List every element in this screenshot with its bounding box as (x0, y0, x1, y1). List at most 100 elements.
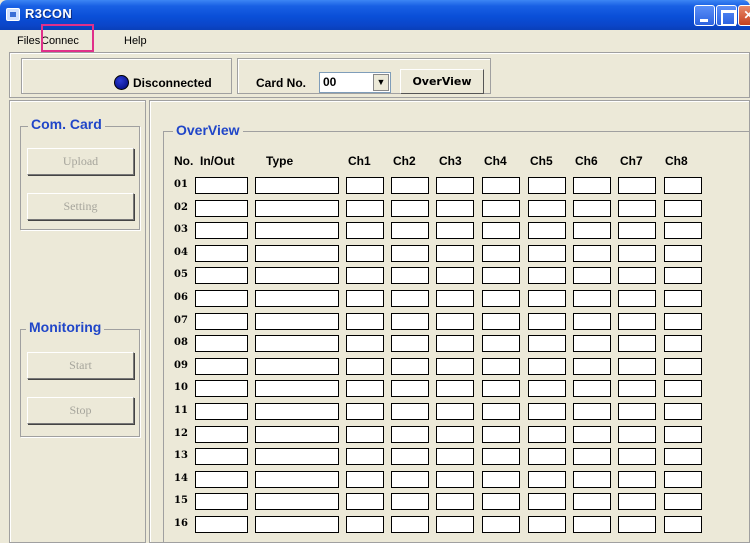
ch5-field[interactable] (528, 313, 566, 330)
ch3-field[interactable] (436, 471, 474, 488)
ch8-field[interactable] (664, 290, 702, 307)
ch8-field[interactable] (664, 177, 702, 194)
ch2-field[interactable] (391, 245, 429, 262)
ch7-field[interactable] (618, 335, 656, 352)
ch5-field[interactable] (528, 516, 566, 533)
ch2-field[interactable] (391, 267, 429, 284)
upload-button[interactable]: Upload (27, 148, 134, 175)
ch2-field[interactable] (391, 290, 429, 307)
ch1-field[interactable] (346, 448, 384, 465)
ch4-field[interactable] (482, 222, 520, 239)
ch1-field[interactable] (346, 403, 384, 420)
ch8-field[interactable] (664, 426, 702, 443)
ch6-field[interactable] (573, 516, 611, 533)
ch7-field[interactable] (618, 177, 656, 194)
close-button[interactable]: ✕ (738, 5, 750, 26)
ch7-field[interactable] (618, 380, 656, 397)
ch5-field[interactable] (528, 222, 566, 239)
ch6-field[interactable] (573, 380, 611, 397)
ch1-field[interactable] (346, 493, 384, 510)
ch8-field[interactable] (664, 200, 702, 217)
ch7-field[interactable] (618, 403, 656, 420)
ch8-field[interactable] (664, 245, 702, 262)
ch2-field[interactable] (391, 516, 429, 533)
ch5-field[interactable] (528, 267, 566, 284)
ch7-field[interactable] (618, 493, 656, 510)
ch2-field[interactable] (391, 313, 429, 330)
ch3-field[interactable] (436, 493, 474, 510)
ch7-field[interactable] (618, 313, 656, 330)
ch5-field[interactable] (528, 177, 566, 194)
in-out-field[interactable] (195, 245, 248, 262)
ch6-field[interactable] (573, 426, 611, 443)
ch2-field[interactable] (391, 358, 429, 375)
in-out-field[interactable] (195, 471, 248, 488)
ch1-field[interactable] (346, 516, 384, 533)
ch5-field[interactable] (528, 358, 566, 375)
ch5-field[interactable] (528, 245, 566, 262)
ch3-field[interactable] (436, 313, 474, 330)
ch2-field[interactable] (391, 426, 429, 443)
ch7-field[interactable] (618, 448, 656, 465)
ch6-field[interactable] (573, 403, 611, 420)
ch2-field[interactable] (391, 200, 429, 217)
maximize-button[interactable] (716, 5, 737, 26)
ch3-field[interactable] (436, 222, 474, 239)
ch3-field[interactable] (436, 335, 474, 352)
ch4-field[interactable] (482, 426, 520, 443)
ch7-field[interactable] (618, 222, 656, 239)
ch3-field[interactable] (436, 177, 474, 194)
ch5-field[interactable] (528, 335, 566, 352)
in-out-field[interactable] (195, 516, 248, 533)
in-out-field[interactable] (195, 380, 248, 397)
ch2-field[interactable] (391, 403, 429, 420)
ch3-field[interactable] (436, 380, 474, 397)
type-field[interactable] (255, 426, 339, 443)
ch1-field[interactable] (346, 358, 384, 375)
ch5-field[interactable] (528, 380, 566, 397)
ch4-field[interactable] (482, 516, 520, 533)
ch6-field[interactable] (573, 358, 611, 375)
ch7-field[interactable] (618, 290, 656, 307)
ch4-field[interactable] (482, 200, 520, 217)
type-field[interactable] (255, 290, 339, 307)
ch3-field[interactable] (436, 290, 474, 307)
ch5-field[interactable] (528, 426, 566, 443)
ch4-field[interactable] (482, 471, 520, 488)
ch6-field[interactable] (573, 471, 611, 488)
minimize-button[interactable] (694, 5, 715, 26)
type-field[interactable] (255, 403, 339, 420)
ch2-field[interactable] (391, 380, 429, 397)
ch6-field[interactable] (573, 267, 611, 284)
ch2-field[interactable] (391, 493, 429, 510)
ch6-field[interactable] (573, 245, 611, 262)
ch8-field[interactable] (664, 380, 702, 397)
ch2-field[interactable] (391, 448, 429, 465)
type-field[interactable] (255, 267, 339, 284)
ch4-field[interactable] (482, 290, 520, 307)
ch8-field[interactable] (664, 335, 702, 352)
ch1-field[interactable] (346, 222, 384, 239)
type-field[interactable] (255, 313, 339, 330)
ch8-field[interactable] (664, 403, 702, 420)
ch4-field[interactable] (482, 267, 520, 284)
ch2-field[interactable] (391, 471, 429, 488)
in-out-field[interactable] (195, 335, 248, 352)
in-out-field[interactable] (195, 493, 248, 510)
stop-button[interactable]: Stop (27, 397, 134, 424)
ch8-field[interactable] (664, 493, 702, 510)
in-out-field[interactable] (195, 177, 248, 194)
ch8-field[interactable] (664, 448, 702, 465)
ch6-field[interactable] (573, 222, 611, 239)
ch1-field[interactable] (346, 290, 384, 307)
ch1-field[interactable] (346, 245, 384, 262)
type-field[interactable] (255, 222, 339, 239)
ch1-field[interactable] (346, 335, 384, 352)
in-out-field[interactable] (195, 290, 248, 307)
ch3-field[interactable] (436, 426, 474, 443)
ch7-field[interactable] (618, 426, 656, 443)
ch5-field[interactable] (528, 471, 566, 488)
type-field[interactable] (255, 471, 339, 488)
ch5-field[interactable] (528, 493, 566, 510)
ch5-field[interactable] (528, 448, 566, 465)
